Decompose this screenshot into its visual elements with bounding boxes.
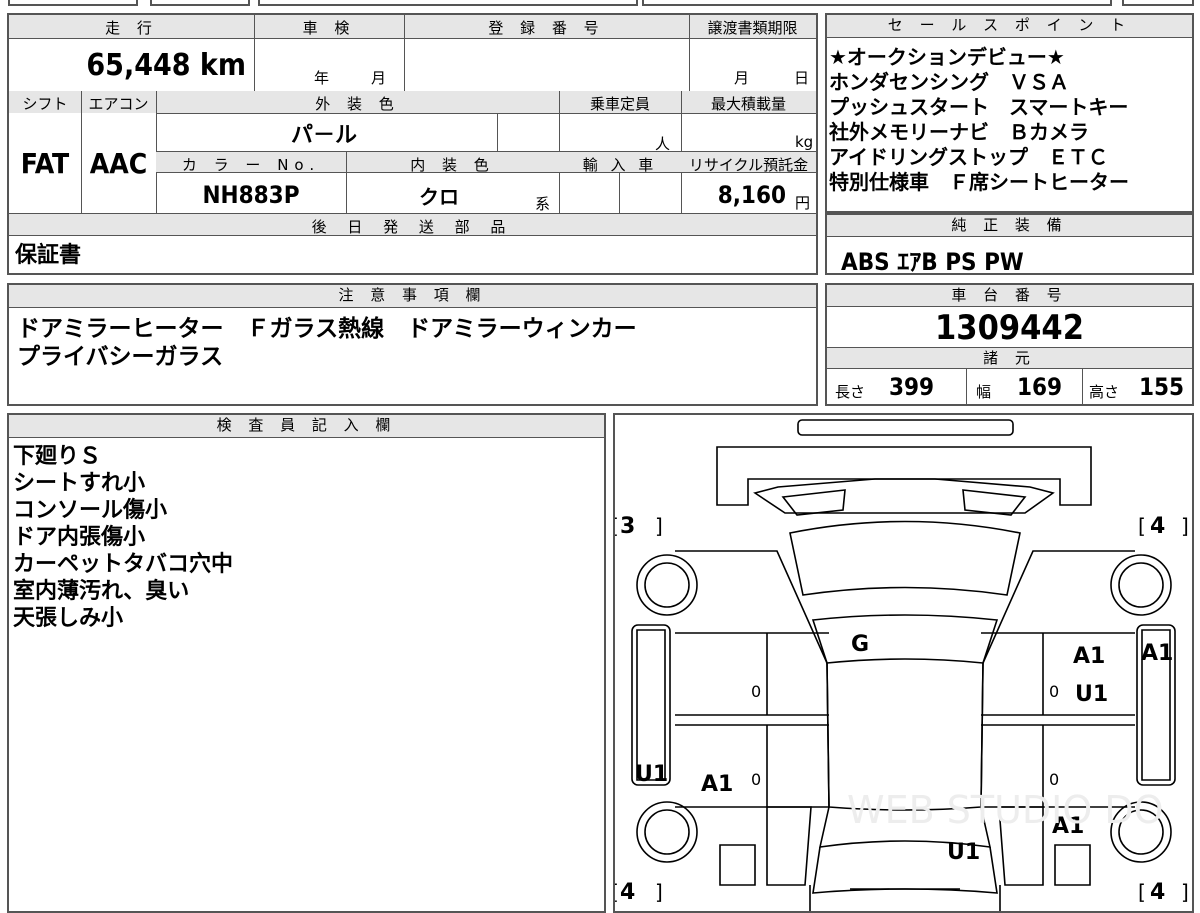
inspector-list: 下廻りＳ シートすれ小 コンソール傷小 ドア内張傷小 カーペットタバコ穴中 室内薄汚れ、臭… bbox=[13, 443, 233, 632]
tread-front-left: 3 bbox=[620, 514, 635, 539]
sales-point-line: 特別仕様車 Ｆ席シートヒーター bbox=[829, 170, 1129, 194]
genuine-equipment-box: 純 正 装 備 ABS ｴｱB PS PW bbox=[825, 213, 1194, 276]
shift-value: FAT bbox=[20, 147, 70, 180]
inspector-line: シートすれ小 bbox=[13, 471, 146, 496]
notes-title: 注 意 事 項 欄 bbox=[9, 285, 816, 308]
later-parts-value: 保証書 bbox=[15, 243, 82, 268]
sales-points-box: セ ー ル ス ポ イ ン ト ★オークションデビュー★ ホンダセンシング ＶＳＡ… bbox=[825, 13, 1194, 213]
recycle-value: 8,160 bbox=[717, 181, 786, 209]
watermark: WEB STUDIO DO bbox=[847, 788, 1164, 832]
mark-right-fender: A1 bbox=[1141, 641, 1173, 666]
svg-text:]: ] bbox=[1181, 514, 1189, 538]
capacity-label: 乗車定員 bbox=[589, 95, 650, 113]
sales-point-line: 社外メモリーナビ Ｂカメラ bbox=[829, 120, 1089, 144]
svg-text:0: 0 bbox=[1049, 682, 1059, 701]
svg-text:[: [ bbox=[1138, 514, 1146, 538]
exterior-color-label: 外 装 色 bbox=[315, 95, 400, 113]
tread-rear-left: 4 bbox=[620, 880, 635, 905]
sales-point-line: ★オークションデビュー★ bbox=[829, 45, 1065, 69]
chassis-number: 1309442 bbox=[935, 308, 1084, 348]
mark-left-quarter: U1 bbox=[635, 762, 668, 787]
exterior-color-value: パ－ル bbox=[290, 123, 357, 148]
chassis-title: 車 台 番 号 bbox=[827, 285, 1192, 307]
mileage-value: 65,448 km bbox=[86, 48, 246, 83]
damage-diagram-box: 3 4 4 4 [] [] [] [] G A1 U1 A1 A1 U1 A1 … bbox=[613, 413, 1194, 913]
genuine-equipment-value: ABS ｴｱB PS PW bbox=[841, 248, 1024, 276]
inspector-line: 室内薄汚れ、臭い bbox=[13, 579, 190, 604]
mark-left-rear-door: A1 bbox=[701, 772, 733, 797]
notes-box: 注 意 事 項 欄 ドアミラーヒーター Ｆガラス熱線 ドアミラーウィンカー プライ… bbox=[7, 283, 818, 406]
inspector-box: 検 査 員 記 入 欄 下廻りＳ シートすれ小 コンソール傷小 ドア内張傷小 カーペット… bbox=[7, 413, 606, 913]
inspector-title: 検 査 員 記 入 欄 bbox=[9, 415, 604, 438]
sales-point-line: アイドリングストップ ＥＴＣ bbox=[829, 145, 1108, 169]
genuine-equipment-title: 純 正 装 備 bbox=[827, 215, 1192, 237]
svg-text:[: [ bbox=[1138, 880, 1146, 904]
mark-right-front-door: A1 bbox=[1073, 644, 1105, 669]
mark-rear-center: U1 bbox=[947, 840, 980, 865]
max-load-label: 最大積載量 bbox=[710, 95, 786, 113]
transfer-deadline-label: 譲渡書類期限 bbox=[707, 19, 798, 37]
svg-text:0: 0 bbox=[1049, 770, 1059, 789]
length-value: 399 bbox=[889, 373, 935, 401]
later-parts-label: 後 日 発 送 部 品 bbox=[311, 218, 514, 236]
mark-right-front-door-2: U1 bbox=[1075, 682, 1108, 707]
tread-front-right: 4 bbox=[1150, 514, 1165, 539]
svg-text:]: ] bbox=[1181, 880, 1189, 904]
registration-label: 登 録 番 号 bbox=[488, 19, 605, 37]
notes-list: ドアミラーヒーター Ｆガラス熱線 ドアミラーウィンカー プライバシーガラス bbox=[17, 315, 637, 371]
color-no-value: NH883P bbox=[202, 181, 300, 209]
svg-text:0: 0 bbox=[751, 682, 761, 701]
vehicle-summary-table: 走 行 車 検 登 録 番 号 譲渡書類期限 65,448 km 年 月 月 日… bbox=[7, 13, 818, 275]
aircon-value: AAC bbox=[89, 147, 148, 180]
inspector-line: ドア内張傷小 bbox=[13, 525, 146, 550]
svg-text:]: ] bbox=[655, 880, 663, 904]
svg-text:0: 0 bbox=[751, 770, 761, 789]
height-value: 155 bbox=[1139, 373, 1185, 401]
inspector-line: 下廻りＳ bbox=[13, 444, 102, 469]
svg-text:[: [ bbox=[615, 514, 619, 538]
color-no-label: カ ラ ー No. bbox=[181, 156, 321, 174]
shift-label: シフト bbox=[22, 95, 68, 113]
svg-text:[: [ bbox=[615, 880, 619, 904]
svg-text:]: ] bbox=[655, 514, 663, 538]
inspector-line: 天張しみ小 bbox=[13, 606, 124, 631]
mileage-label: 走 行 bbox=[105, 19, 158, 37]
car-diagram: 3 4 4 4 [] [] [] [] G A1 U1 A1 A1 U1 A1 … bbox=[615, 419, 1189, 911]
interior-color-value: クロ bbox=[419, 185, 459, 209]
aircon-label: エアコン bbox=[88, 95, 149, 113]
dimensions-title: 諸 元 bbox=[827, 347, 1192, 369]
chassis-box: 車 台 番 号 1309442 諸 元 長さ 399 幅 169 高さ 155 bbox=[825, 283, 1194, 406]
interior-color-label: 内 装 色 bbox=[410, 156, 495, 174]
width-value: 169 bbox=[1017, 373, 1063, 401]
recycle-label: リサイクル預託金 bbox=[688, 156, 809, 174]
sales-points-list: ★オークションデビュー★ ホンダセンシング ＶＳＡ プッシュスタート スマートキー社… bbox=[829, 45, 1129, 195]
top-strip bbox=[0, 0, 1200, 8]
note-line: ドアミラーヒーター Ｆガラス熱線 ドアミラーウィンカー bbox=[17, 316, 637, 342]
tread-rear-right: 4 bbox=[1150, 880, 1165, 905]
sales-point-line: プッシュスタート スマートキー bbox=[829, 95, 1129, 119]
inspection-label: 車 検 bbox=[302, 19, 356, 37]
mark-windshield: G bbox=[851, 632, 869, 657]
note-line: プライバシーガラス bbox=[17, 344, 224, 370]
import-label: 輸 入 車 bbox=[582, 156, 658, 174]
sales-point-line: ホンダセンシング ＶＳＡ bbox=[829, 70, 1069, 94]
sales-points-title: セ ー ル ス ポ イ ン ト bbox=[827, 15, 1192, 38]
inspector-line: コンソール傷小 bbox=[13, 498, 168, 523]
inspector-line: カーペットタバコ穴中 bbox=[13, 552, 234, 577]
